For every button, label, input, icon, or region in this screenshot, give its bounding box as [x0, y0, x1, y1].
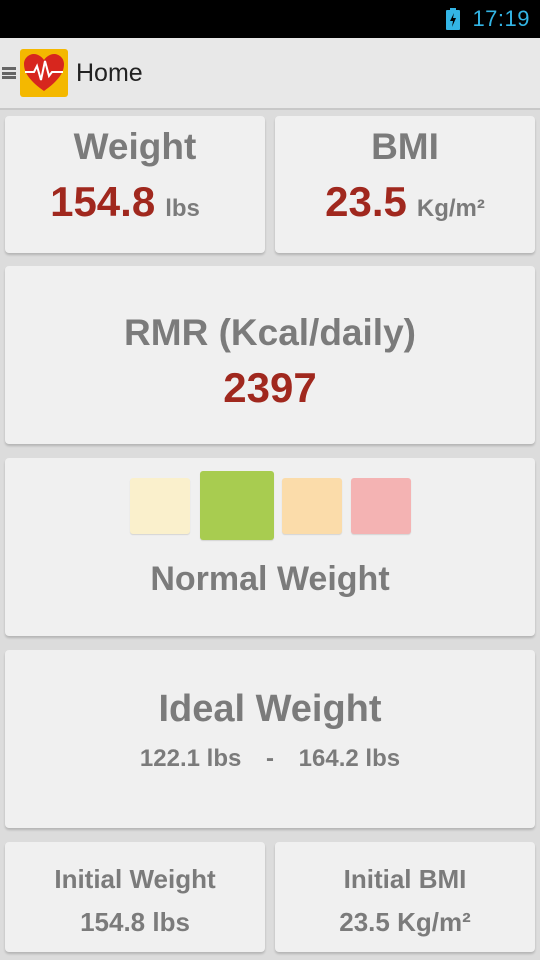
ideal-weight-card[interactable]: Ideal Weight 122.1 lbs - 164.2 lbs	[5, 650, 535, 828]
rmr-value: 2397	[223, 364, 317, 411]
ideal-weight-max: 164.2 lbs	[298, 745, 401, 772]
weight-value: 154.8	[50, 178, 156, 225]
category-swatches	[5, 458, 535, 558]
ideal-weight-title: Ideal Weight	[158, 688, 382, 730]
rmr-title: RMR (Kcal/daily)	[124, 312, 416, 353]
category-label: Normal Weight	[150, 560, 390, 598]
battery-charging-icon	[446, 8, 461, 30]
initial-bmi-card[interactable]: Initial BMI 23.5 Kg/m²	[275, 842, 535, 952]
status-time: 17:19	[472, 6, 530, 31]
page-title: Home	[76, 58, 143, 87]
weight-card[interactable]: Weight 154.8 lbs	[5, 116, 265, 253]
swatch-overweight	[282, 478, 342, 534]
weight-value-row: 154.8 lbs	[5, 178, 265, 226]
action-bar: Home	[0, 38, 540, 110]
bmi-title: BMI	[371, 126, 439, 167]
initial-bmi-title: Initial BMI	[343, 864, 467, 894]
ideal-weight-range: 122.1 lbs - 164.2 lbs	[5, 745, 535, 773]
bmi-value: 23.5	[325, 178, 407, 225]
ideal-weight-min: 122.1 lbs	[139, 745, 242, 772]
weight-category-card[interactable]: Normal Weight	[5, 458, 535, 636]
weight-title: Weight	[73, 126, 197, 167]
swatch-normal-selected	[200, 471, 274, 540]
menu-icon[interactable]	[2, 62, 18, 84]
swatch-underweight	[130, 478, 190, 534]
status-bar: 17:19	[0, 0, 540, 38]
bmi-card[interactable]: BMI 23.5 Kg/m²	[275, 116, 535, 253]
initial-weight-card[interactable]: Initial Weight 154.8 lbs	[5, 842, 265, 952]
swatch-obese	[351, 478, 411, 534]
initial-weight-value: 154.8 lbs	[80, 907, 190, 937]
initial-weight-title: Initial Weight	[54, 864, 216, 894]
heart-pulse-icon[interactable]	[20, 49, 68, 97]
rmr-card[interactable]: RMR (Kcal/daily) 2397	[5, 266, 535, 444]
bmi-value-row: 23.5 Kg/m²	[275, 178, 535, 226]
initial-bmi-value: 23.5 Kg/m²	[339, 907, 471, 937]
bmi-unit: Kg/m²	[416, 195, 485, 222]
weight-unit: lbs	[165, 195, 200, 222]
range-separator: -	[266, 745, 274, 772]
